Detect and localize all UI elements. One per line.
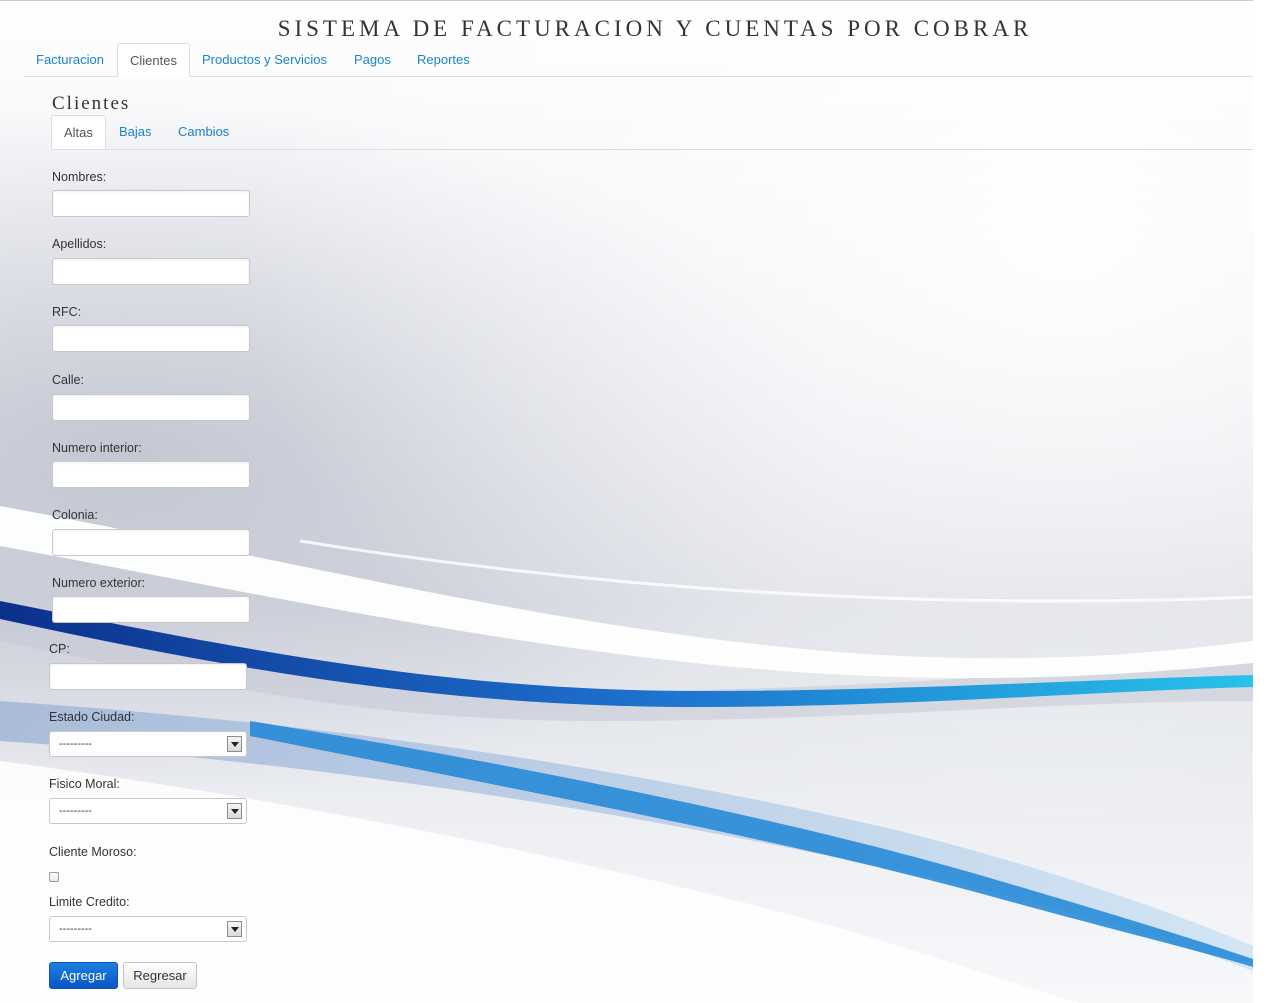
tab-productos-y-servicios[interactable]: Productos y Servicios: [190, 43, 339, 76]
cliente-moroso-label: Cliente Moroso:: [49, 845, 137, 859]
rfc-label: RFC:: [52, 305, 82, 319]
tab-pagos[interactable]: Pagos: [342, 43, 403, 76]
nombres-input[interactable]: [52, 190, 250, 217]
limite-credito-value: ---------: [59, 923, 92, 935]
fisico-moral-select[interactable]: ---------: [49, 798, 247, 824]
tab-reportes[interactable]: Reportes: [405, 43, 482, 76]
limite-credito-select[interactable]: ---------: [49, 916, 247, 942]
calle-input[interactable]: [52, 394, 250, 421]
numero-interior-label: Numero interior:: [52, 441, 142, 455]
dropdown-arrow-icon: [227, 736, 242, 752]
numero-exterior-input[interactable]: [52, 596, 250, 623]
apellidos-label: Apellidos:: [52, 237, 107, 251]
estado-ciudad-label: Estado Ciudad:: [49, 710, 135, 724]
fisico-moral-value: ---------: [59, 805, 92, 817]
estado-ciudad-select[interactable]: ---------: [49, 731, 247, 757]
cp-input[interactable]: [49, 663, 247, 690]
tab-clientes[interactable]: Clientes: [117, 43, 190, 77]
numero-interior-input[interactable]: [52, 461, 250, 488]
dropdown-arrow-icon: [227, 921, 242, 937]
page-background: [0, 0, 1253, 1003]
subtab-altas[interactable]: Altas: [51, 115, 106, 149]
estado-ciudad-value: ---------: [59, 738, 92, 750]
sub-nav-tabs: Altas Bajas Cambios: [51, 115, 1253, 150]
regresar-button[interactable]: Regresar: [123, 962, 197, 989]
cliente-moroso-checkbox[interactable]: [49, 872, 59, 882]
colonia-input[interactable]: [52, 529, 250, 556]
app-title: SISTEMA DE FACTURACION Y CUENTAS POR COB…: [277, 16, 1033, 41]
cp-label: CP:: [49, 642, 70, 656]
colonia-label: Colonia:: [52, 508, 98, 522]
rfc-input[interactable]: [52, 325, 250, 352]
limite-credito-label: Limite Credito:: [49, 895, 130, 909]
subtab-bajas[interactable]: Bajas: [107, 115, 164, 148]
apellidos-input[interactable]: [52, 258, 250, 285]
dropdown-arrow-icon: [227, 803, 242, 819]
tab-facturacion[interactable]: Facturacion: [24, 43, 116, 76]
subtab-cambios[interactable]: Cambios: [166, 115, 241, 148]
section-title: Clientes: [52, 93, 131, 114]
numero-exterior-label: Numero exterior:: [52, 576, 146, 590]
main-nav-tabs: Facturacion Clientes Productos y Servici…: [24, 43, 1253, 77]
nombres-label: Nombres:: [52, 170, 107, 184]
agregar-button[interactable]: Agregar: [49, 962, 118, 989]
fisico-moral-label: Fisico Moral:: [49, 777, 120, 791]
background-wave-graphic: [0, 506, 1253, 1003]
calle-label: Calle:: [52, 373, 84, 387]
right-gutter: [1253, 0, 1278, 1002]
